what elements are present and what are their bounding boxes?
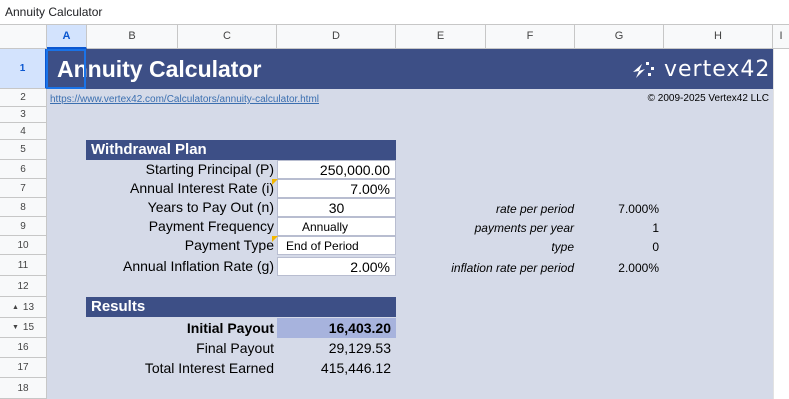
active-cell-a1[interactable] xyxy=(46,49,86,89)
final-payout-value[interactable]: 29,129.53 xyxy=(277,338,391,358)
inflation-input[interactable]: 2.00% xyxy=(277,257,396,276)
starting-principal-label: Starting Principal (P) xyxy=(145,161,274,177)
inflation-per-period-label: inflation rate per period xyxy=(451,261,574,275)
payments-per-year-value: 1 xyxy=(652,221,659,235)
note-indicator-icon[interactable] xyxy=(272,179,278,185)
logo-mark-icon xyxy=(633,62,654,78)
rate-per-period-label: rate per period xyxy=(495,202,574,216)
column-header-c[interactable]: C xyxy=(178,25,277,49)
row-header-6[interactable]: 6 xyxy=(0,160,47,179)
column-header-g[interactable]: G xyxy=(575,25,664,49)
column-header-b[interactable]: B xyxy=(87,25,178,49)
row-header-5[interactable]: 5 xyxy=(0,140,47,160)
row-header-8[interactable]: 8 xyxy=(0,198,47,217)
column-header-h[interactable]: H xyxy=(664,25,773,49)
starting-principal-input[interactable]: 250,000.00 xyxy=(277,160,396,179)
row-header-17[interactable]: 17 xyxy=(0,358,47,378)
page-title: Annuity Calculator xyxy=(57,56,262,82)
row-group-collapse-icon[interactable]: ▼ xyxy=(12,324,19,331)
column-i-cells[interactable] xyxy=(773,49,789,399)
row-header-9[interactable]: 9 xyxy=(0,217,47,236)
inflation-label: Annual Inflation Rate (g) xyxy=(123,258,274,274)
row-header-4[interactable]: 4 xyxy=(0,123,47,140)
payments-per-year-label: payments per year xyxy=(474,221,574,235)
row-header-10[interactable]: 10 xyxy=(0,236,47,255)
rate-per-period-value: 7.000% xyxy=(618,202,659,216)
calculator-link[interactable]: https://www.vertex42.com/Calculators/ann… xyxy=(50,94,319,105)
results-heading: Results xyxy=(86,297,396,317)
years-input[interactable]: 30 xyxy=(277,198,396,217)
initial-payout-label: Initial Payout xyxy=(186,320,274,336)
row-header-7[interactable]: 7 xyxy=(0,179,47,198)
type-label: type xyxy=(551,240,574,254)
row-header-2[interactable]: 2 xyxy=(0,89,47,107)
row-header-11[interactable]: 11 xyxy=(0,255,47,276)
column-header-i[interactable]: I xyxy=(773,25,789,49)
payment-type-select[interactable]: End of Period xyxy=(277,236,396,255)
payment-type-label: Payment Type xyxy=(184,237,274,253)
final-payout-label: Final Payout xyxy=(196,340,274,356)
withdrawal-plan-heading: Withdrawal Plan xyxy=(86,140,396,160)
row-header-16[interactable]: 16 xyxy=(0,338,47,358)
formula-content: Annuity Calculator xyxy=(5,5,103,19)
total-interest-label: Total Interest Earned xyxy=(144,360,274,376)
inflation-per-period-value: 2.000% xyxy=(618,261,659,275)
row-header-12[interactable]: 12 xyxy=(0,276,47,297)
note-indicator-icon[interactable] xyxy=(272,236,278,242)
frequency-select[interactable]: Annually xyxy=(277,217,396,236)
row-header-18[interactable]: 18 xyxy=(0,378,47,399)
row-number-15: 15 xyxy=(22,322,35,333)
gridline xyxy=(773,49,774,399)
column-header-f[interactable]: F xyxy=(486,25,575,49)
select-all-corner[interactable] xyxy=(0,25,47,49)
row-group-expand-icon[interactable]: ▲ xyxy=(12,304,19,311)
column-header-e[interactable]: E xyxy=(396,25,486,49)
row-header-3[interactable]: 3 xyxy=(0,107,47,123)
row-header-1[interactable]: 1 xyxy=(0,49,47,89)
type-value: 0 xyxy=(652,240,659,254)
row-header-15[interactable]: ▼ 15 xyxy=(0,318,47,338)
initial-payout-value[interactable]: 16,403.20 xyxy=(277,318,391,338)
interest-rate-input[interactable]: 7.00% xyxy=(277,179,396,198)
years-label: Years to Pay Out (n) xyxy=(147,199,274,215)
row-header-13[interactable]: ▲ 13 xyxy=(0,297,47,318)
column-header-a[interactable]: A xyxy=(47,25,87,49)
column-header-d[interactable]: D xyxy=(277,25,396,49)
logo-text: vertex42 xyxy=(664,57,771,82)
total-interest-value[interactable]: 415,446.12 xyxy=(277,358,391,378)
formula-bar[interactable]: Annuity Calculator xyxy=(0,0,789,25)
row-number-13: 13 xyxy=(22,301,35,313)
copyright-text: © 2009-2025 Vertex42 LLC xyxy=(647,93,769,104)
frequency-label: Payment Frequency xyxy=(148,218,274,234)
interest-rate-label: Annual Interest Rate (i) xyxy=(130,180,274,196)
vertex42-logo: vertex42 xyxy=(630,57,771,82)
